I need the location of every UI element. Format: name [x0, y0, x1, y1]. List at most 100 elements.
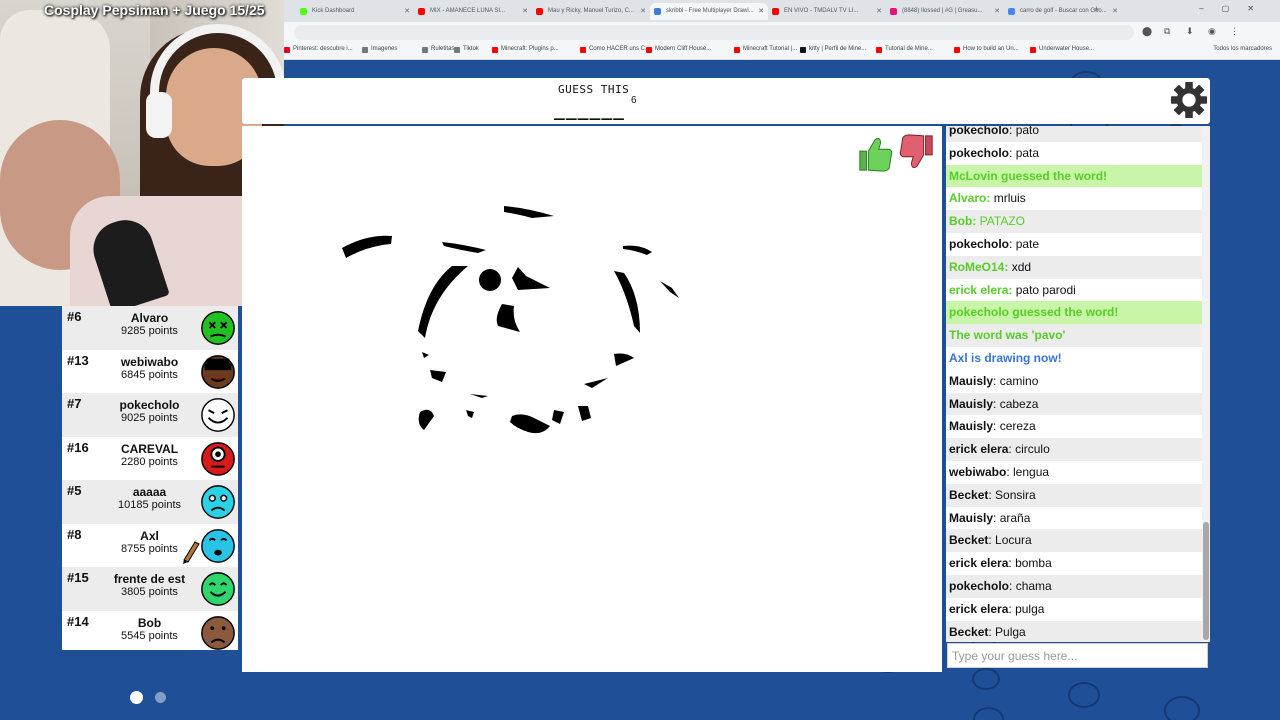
- player-rank: #14: [67, 613, 89, 629]
- bookmark-item[interactable]: Ruletitas: [422, 46, 454, 53]
- bookmark-item[interactable]: Minecraft: Plugins p...: [492, 46, 559, 53]
- all-bookmarks-folder[interactable]: Todos los marcadores: [1204, 46, 1272, 52]
- bookmark-item[interactable]: Underwater House...: [1030, 46, 1094, 53]
- profile-icon[interactable]: ◉: [1208, 26, 1216, 37]
- chat-message: Mauisly: cabeza: [946, 392, 1202, 416]
- extensions-icon[interactable]: ⧉: [1164, 26, 1170, 37]
- player-rank: #5: [67, 483, 82, 498]
- browser-tab[interactable]: (8848) Ilossed | #G | Greasu... ✕: [886, 3, 1004, 20]
- bookmark-icon: [1030, 47, 1036, 53]
- tab-label: Kick Dashboard: [312, 8, 355, 14]
- chat-text: chama: [1015, 579, 1052, 593]
- chat-text: Locura: [995, 533, 1032, 548]
- browser-tab[interactable]: MIX - AMANECE LUNA SI... ✕: [414, 3, 532, 20]
- player-rank: #6: [67, 309, 82, 324]
- chat-author: erick elera: [949, 556, 1009, 571]
- chat-author-separator: :: [993, 510, 1000, 525]
- opera-icon[interactable]: ⬤: [1142, 26, 1152, 37]
- bookmark-label: Minecraft Tutorial |...: [743, 46, 798, 52]
- pagination-dot[interactable]: [155, 692, 166, 703]
- word-hint: ______: [554, 100, 626, 121]
- menu-icon[interactable]: ⋮: [1230, 26, 1239, 37]
- browser-tab[interactable]: skribbl - Free Multiplayer Drawi... ✕: [650, 3, 768, 20]
- settings-gear-icon[interactable]: [1170, 81, 1208, 119]
- drawing-canvas[interactable]: [242, 126, 942, 672]
- chat-text: pate: [1015, 237, 1040, 251]
- tab-favicon-icon: [418, 8, 425, 15]
- player-row[interactable]: #15 frente de est 3805 points: [62, 567, 238, 611]
- player-rank: #13: [67, 352, 89, 368]
- chat-text: araña: [999, 510, 1031, 525]
- bookmark-icon: [422, 47, 428, 53]
- tab-close-icon[interactable]: ✕: [404, 7, 410, 15]
- bookmark-item[interactable]: How to build an Un...: [954, 46, 1019, 53]
- player-rank: #15: [67, 570, 89, 585]
- bookmark-item[interactable]: Modern Cliff House...: [646, 46, 711, 53]
- browser-address-bar: ⬤ ⧉ ⬇ ◉ ⋮: [284, 22, 1280, 43]
- bookmark-item[interactable]: Tiktok: [454, 46, 479, 53]
- url-field[interactable]: [294, 25, 1134, 40]
- chat-author-separator: :: [986, 191, 994, 206]
- bookmark-icon: [876, 47, 882, 53]
- chat-message: The word was 'pavo': [946, 324, 1202, 347]
- player-name: webiwabo: [120, 354, 179, 369]
- tab-close-icon[interactable]: ✕: [876, 7, 882, 15]
- pencil-drawing-icon: [180, 538, 202, 564]
- tab-close-icon[interactable]: ✕: [758, 7, 764, 15]
- chat-scrollbar-thumb[interactable]: [1203, 522, 1209, 640]
- bookmark-icon: [492, 47, 498, 53]
- bookmark-icon: [362, 47, 368, 53]
- chat-message: Mauisly: cereza: [946, 415, 1202, 438]
- bookmark-icon: [284, 47, 290, 53]
- player-row[interactable]: #6 Alvaro 9285 points: [62, 306, 238, 350]
- player-row[interactable]: #5 aaaaa 10185 points: [62, 480, 238, 524]
- downloads-icon[interactable]: ⬇: [1186, 26, 1194, 37]
- chat-message: Mauisly: camino: [946, 370, 1202, 393]
- bookmark-label: Tutorial de Mine...: [885, 46, 933, 52]
- tab-close-icon[interactable]: ✕: [640, 7, 646, 15]
- bookmark-item[interactable]: Tutorial de Mine...: [876, 46, 933, 53]
- chat-message: erick elera: pulga: [946, 598, 1202, 621]
- pagination-dot[interactable]: [130, 691, 143, 704]
- bookmark-item[interactable]: Como HACER uns C...: [580, 46, 650, 53]
- player-row[interactable]: #8 Axl 8755 points: [62, 524, 238, 568]
- chat-guess-input[interactable]: [947, 643, 1208, 668]
- browser-tab[interactable]: Kick Dashboard ✕: [296, 3, 414, 20]
- chat-author-separator: :: [1006, 465, 1014, 479]
- chat-text: Axl is drawing now!: [949, 351, 1062, 365]
- browser-tab[interactable]: carro de golf - Buscar con Goo... ✕: [1004, 3, 1122, 20]
- new-tab-plus-icon[interactable]: +: [1094, 4, 1099, 14]
- player-row[interactable]: #14 Bob 5545 points: [62, 611, 238, 655]
- chat-author: webiwabo: [949, 465, 1007, 479]
- chat-text: pato: [1015, 126, 1040, 137]
- player-avatar: [199, 395, 237, 435]
- bookmark-item[interactable]: kitty | Perfil de Mine...: [800, 46, 866, 53]
- browser-tab[interactable]: EN VIVO - TMDALV TV LI... ✕: [768, 3, 886, 20]
- window-controls[interactable]: –▢✕: [1199, 4, 1272, 13]
- tab-close-icon[interactable]: ✕: [522, 7, 528, 15]
- player-row[interactable]: #13 webiwabo 6845 points: [62, 350, 238, 394]
- chat-author: pokecholo: [949, 237, 1010, 251]
- bookmark-item[interactable]: Pinterest: descubre i...: [284, 46, 353, 53]
- player-name: Bob: [137, 615, 162, 630]
- chat-message: Becket: Sonsira: [946, 483, 1202, 507]
- bookmark-label: Imagenes: [371, 46, 398, 52]
- chat-scrollbar[interactable]: [1202, 126, 1210, 642]
- bookmark-item[interactable]: Imagenes: [362, 46, 398, 53]
- bookmark-item[interactable]: Minecraft Tutorial |...: [734, 46, 798, 53]
- chat-message: McLovin guessed the word!: [946, 164, 1202, 188]
- tab-close-icon[interactable]: ✕: [1112, 7, 1118, 15]
- player-drawing: [342, 206, 679, 434]
- player-row[interactable]: #7 pokecholo 9025 points: [62, 393, 238, 437]
- player-rank: #7: [67, 396, 82, 411]
- thumbs-up-icon[interactable]: [856, 134, 894, 174]
- background-doodle: [1164, 696, 1200, 720]
- thumbs-down-icon[interactable]: [898, 132, 936, 172]
- player-row[interactable]: #16 CAREVAL 2280 points: [62, 437, 238, 481]
- bookmark-icon: [734, 47, 740, 53]
- bookmark-label: Minecraft: Plugins p...: [501, 46, 559, 52]
- browser-tab[interactable]: Mau y Ricky, Manuel Turizo, C... ✕: [532, 3, 650, 20]
- chat-author: erick elera: [949, 601, 1009, 616]
- player-avatar: [199, 352, 237, 392]
- tab-close-icon[interactable]: ✕: [994, 7, 1000, 15]
